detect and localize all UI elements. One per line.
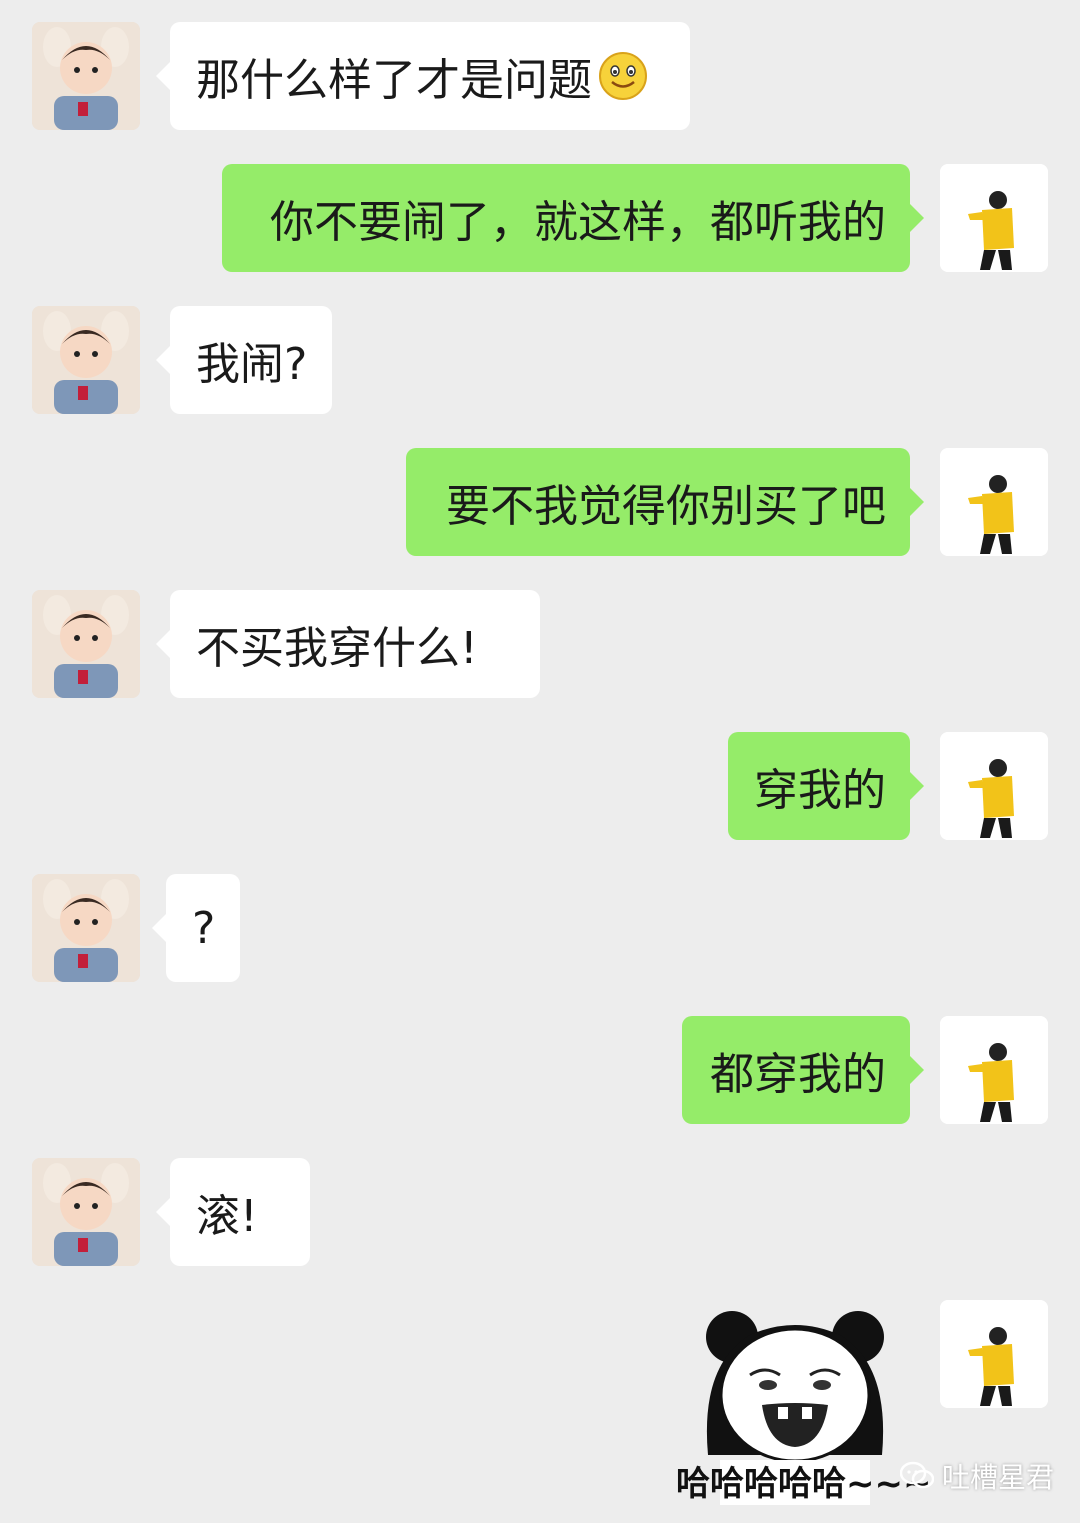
contact-avatar[interactable] (32, 306, 140, 414)
user-avatar[interactable] (940, 448, 1048, 556)
message-text: 我闹? (196, 339, 308, 390)
watermark: 吐槽星君 (900, 1456, 1054, 1496)
message-bubble-outgoing[interactable]: 都穿我的 (682, 1016, 924, 1124)
message-bubble-incoming[interactable]: 我闹? (156, 306, 332, 414)
user-avatar[interactable] (940, 1016, 1048, 1124)
user-avatar[interactable] (940, 1300, 1048, 1408)
message-bubble-incoming[interactable]: 不买我穿什么! (156, 590, 540, 698)
wechat-icon (900, 1461, 934, 1489)
message-text: ? (192, 902, 216, 954)
message-text: 要不我觉得你别买了吧 (446, 481, 886, 532)
message-bubble-outgoing[interactable]: 要不我觉得你别买了吧 (406, 448, 924, 556)
message-text: 都穿我的 (710, 1049, 886, 1100)
message-bubble-incoming[interactable]: 滚! (156, 1158, 310, 1266)
contact-avatar[interactable] (32, 22, 140, 130)
user-avatar[interactable] (940, 164, 1048, 272)
baby-avatar-icon (32, 306, 140, 414)
user-avatar[interactable] (940, 732, 1048, 840)
message-text: 你不要闹了，就这样，都听我的 (270, 197, 886, 248)
message-bubble-incoming[interactable]: ? (152, 874, 240, 982)
message-text: 那什么样了才是问题 (196, 55, 592, 106)
contact-avatar[interactable] (32, 874, 140, 982)
person-yellow-hoodie-avatar-icon (940, 448, 1048, 556)
person-yellow-hoodie-avatar-icon (940, 1300, 1048, 1408)
watermark-label: 吐槽星君 (942, 1461, 1055, 1494)
contact-avatar[interactable] (32, 1158, 140, 1266)
message-bubble-outgoing[interactable]: 你不要闹了，就这样，都听我的 (222, 164, 924, 272)
sticker-caption: 哈哈哈哈哈~~~ (676, 1464, 932, 1504)
message-text: 穿我的 (754, 765, 886, 816)
person-yellow-hoodie-avatar-icon (940, 164, 1048, 272)
baby-avatar-icon (32, 590, 140, 698)
message-text: 不买我穿什么! (196, 623, 478, 674)
message-bubble-outgoing[interactable]: 穿我的 (728, 732, 924, 840)
baby-avatar-icon (32, 1158, 140, 1266)
contact-avatar[interactable] (32, 590, 140, 698)
person-yellow-hoodie-avatar-icon (940, 1016, 1048, 1124)
message-bubble-incoming[interactable]: 那什么样了才是问题 (156, 22, 690, 130)
smile-emoji-icon (599, 52, 647, 100)
person-yellow-hoodie-avatar-icon (940, 732, 1048, 840)
baby-avatar-icon (32, 874, 140, 982)
message-text: 滚! (196, 1191, 258, 1242)
baby-avatar-icon (32, 22, 140, 130)
